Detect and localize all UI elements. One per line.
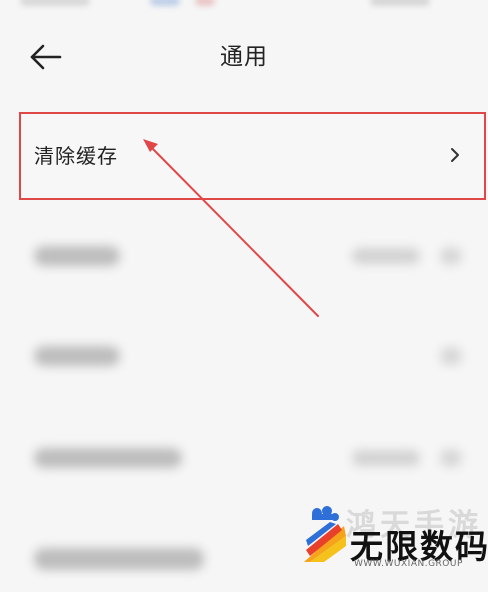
wuxian-logo-icon xyxy=(304,506,346,562)
blurred-setting-row[interactable] xyxy=(0,226,488,286)
chevron-right-icon xyxy=(451,148,459,162)
clear-cache-row[interactable]: 清除缓存 xyxy=(19,112,486,200)
watermark: 鸿天手游 无限数码 WWW.WUXIAN.GROUP xyxy=(302,500,488,571)
clear-cache-label: 清除缓存 xyxy=(34,144,118,168)
status-bar xyxy=(0,0,488,14)
page-title: 通用 xyxy=(220,44,268,70)
watermark-sub-text: WWW.WUXIAN.GROUP xyxy=(354,559,463,569)
blurred-setting-row[interactable] xyxy=(0,326,488,386)
blurred-setting-row[interactable] xyxy=(0,428,488,488)
